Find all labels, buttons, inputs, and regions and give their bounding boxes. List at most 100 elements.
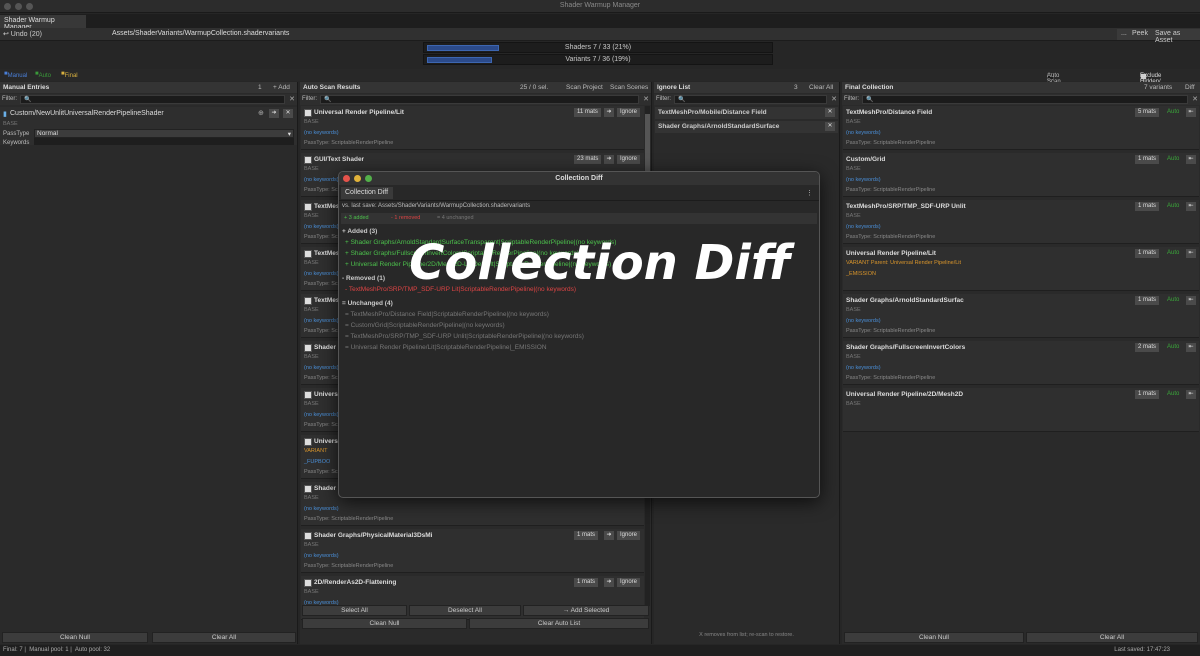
ignore-filter-input[interactable]: 🔍 [674,95,827,104]
send-back-button[interactable]: ⇤ [1186,390,1196,399]
target-icon[interactable]: ⊕ [258,109,264,117]
send-back-button[interactable]: ⇤ [1186,202,1196,211]
clear-filter-icon[interactable]: ✕ [831,95,837,103]
status-final: Final: 7 [3,647,23,653]
manual-clean-null-button[interactable]: Clean Null [2,632,148,643]
save-as-asset-button[interactable]: Save as Asset [1151,29,1200,44]
shader-icon: ▮ [3,111,7,118]
final-clear-all-button[interactable]: Clear All [1026,632,1198,643]
select-checkbox[interactable] [304,485,312,493]
add-button[interactable]: + Add [273,84,290,91]
move-arrow-button[interactable]: ➜ [269,109,279,118]
add-to-final-button[interactable]: ➜ [604,155,614,164]
ignore-header: Ignore List 3 Clear All [654,82,839,93]
select-checkbox[interactable] [304,203,312,211]
mats-badge: 5 mats [1135,108,1160,117]
add-to-final-button[interactable]: ➜ [604,578,614,587]
card-base-label: BASE [304,213,319,219]
send-back-button[interactable]: ⇤ [1186,155,1196,164]
card-base-label: BASE [304,495,319,501]
diff-summary: + 3 added - 1 removed = 4 unchanged [341,213,817,224]
filter-label: Filter: [2,96,17,102]
keywords-field[interactable] [34,138,294,145]
select-checkbox[interactable] [304,156,312,164]
diff-button[interactable]: Diff [1185,84,1195,91]
status-auto: Auto pool: 32 [74,647,111,653]
card-keywords: (no keywords) [304,224,339,230]
ignore-button[interactable]: Ignore [617,108,641,117]
auto-scan-card[interactable]: Universal Render Pipeline/Lit BASE (no key… [301,106,644,150]
tab-shader-warmup[interactable]: Shader Warmup Manager [0,15,86,31]
added-section-header[interactable]: + Added (3) [342,228,377,235]
ignore-count: 3 [794,84,798,91]
clear-filter-icon[interactable]: ✕ [643,95,649,103]
select-checkbox[interactable] [304,532,312,540]
search-icon: 🔍 [24,97,32,103]
select-checkbox[interactable] [304,391,312,399]
manual-clear-all-button[interactable]: Clear All [152,632,296,643]
select-checkbox[interactable] [304,438,312,446]
final-title: Final Collection [845,84,894,91]
ignore-button[interactable]: Ignore [617,155,641,164]
auto-scan-count: 25 / 0 sel. [520,84,549,91]
remove-ignore-button[interactable]: ✕ [825,108,835,117]
send-back-button[interactable]: ⇤ [1186,108,1196,117]
undo-button[interactable]: ↩ Undo (20) [3,30,42,38]
select-all-button[interactable]: Select All [302,605,407,616]
passtype-dropdown[interactable]: Normal ▾ [34,129,294,138]
close-icon[interactable] [343,175,350,182]
final-clean-null-button[interactable]: Clean Null [844,632,1024,643]
ignore-clear-all-button[interactable]: Clear All [809,84,833,91]
select-checkbox[interactable] [304,344,312,352]
auto-filter: Filter: 🔍 ✕ [300,94,651,105]
scan-scenes-button[interactable]: Scan Scenes [610,84,648,91]
ignore-button[interactable]: Ignore [617,531,641,540]
card-shader-name: 2D/RenderAs2D-Flattening [314,579,397,586]
add-to-final-button[interactable]: ➜ [604,531,614,540]
manual-filter: Filter: 🔍 ✕ [0,94,297,105]
send-back-button[interactable]: ⇤ [1186,296,1196,305]
remove-ignore-button[interactable]: ✕ [825,122,835,131]
card-passtype: PassType: ScriptableRenderPipeline [304,516,394,522]
overlay-caption: Collection Diff [409,235,791,291]
clear-auto-list-button[interactable]: Clear Auto List [469,618,649,629]
select-checkbox[interactable] [304,297,312,305]
mats-badge: 23 mats [574,155,602,164]
clear-filter-icon[interactable]: ✕ [289,95,295,103]
send-back-button[interactable]: ⇤ [1186,343,1196,352]
peek-button[interactable]: Peek [1128,29,1152,40]
remove-entry-button[interactable]: ✕ [283,109,293,118]
dropdown-arrow-icon: ▾ [287,131,291,138]
keywords-label: Keywords [3,140,30,146]
unchanged-item: = TextMeshPro/Distance Field|ScriptableR… [345,311,549,318]
ignore-button[interactable]: Ignore [617,578,641,587]
auto-filter-input[interactable]: 🔍 [320,95,639,104]
card-shader-name: Universal Render Pipeline/2D/Mesh2D [846,391,964,398]
scan-project-button[interactable]: Scan Project [566,84,603,91]
manual-filter-input[interactable]: 🔍 [20,95,285,104]
maximize-icon[interactable] [365,175,372,182]
deselect-all-button[interactable]: Deselect All [409,605,521,616]
unchanged-item: = TextMeshPro/SRP/TMP_SDF-URP Unlit|Scri… [345,333,584,340]
status-last-saved: Last saved: 17:47:23 [1114,647,1170,653]
auto-scan-title: Auto Scan Results [303,84,361,91]
auto-source-label: Auto [1167,297,1180,303]
add-selected-button[interactable]: → Add Selected [523,605,649,616]
more-options-icon[interactable]: ⋮ [806,189,813,197]
mats-badge: 1 mats [1135,296,1160,305]
manual-entries-panel: Manual Entries 1 + Add Filter: 🔍 ✕ ▮ Cus… [0,82,298,644]
final-filter-input[interactable]: 🔍 [862,95,1188,104]
select-checkbox[interactable] [304,579,312,587]
card-base-label: VARIANT [304,448,328,454]
card-base-label: BASE [304,119,319,125]
minimize-icon[interactable] [354,175,361,182]
select-checkbox[interactable] [304,109,312,117]
auto-clean-null-button[interactable]: Clean Null [302,618,467,629]
ignore-filter: Filter: 🔍 ✕ [654,94,839,105]
clear-filter-icon[interactable]: ✕ [1192,95,1198,103]
tab-collection-diff[interactable]: Collection Diff [341,187,393,199]
auto-scan-card[interactable]: Shader Graphs/PhysicalMaterial3DsMi BASE (… [301,529,644,573]
unchanged-section-header[interactable]: = Unchanged (4) [342,300,393,307]
add-to-final-button[interactable]: ➜ [604,108,614,117]
card-passtype: PassType: ScriptableRenderPipeline [846,375,936,381]
